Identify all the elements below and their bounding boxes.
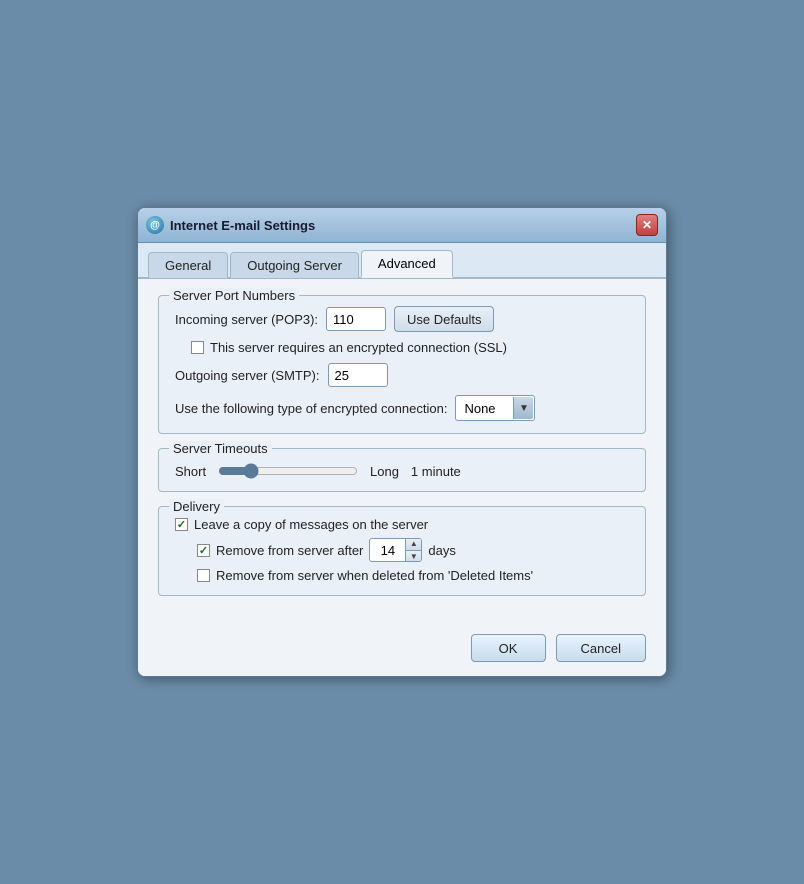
remove-after-checkbox[interactable] — [197, 544, 210, 557]
encryption-row: Use the following type of encrypted conn… — [175, 395, 629, 421]
leave-messages-row: Leave a copy of messages on the server — [175, 517, 629, 532]
ssl-checkbox[interactable] — [191, 341, 204, 354]
tab-general[interactable]: General — [148, 252, 228, 278]
remove-when-deleted-checkbox[interactable] — [197, 569, 210, 582]
timeout-value: 1 minute — [411, 464, 461, 479]
leave-messages-checkbox[interactable] — [175, 518, 188, 531]
cancel-button[interactable]: Cancel — [556, 634, 646, 662]
server-port-numbers-title: Server Port Numbers — [169, 288, 299, 303]
remove-after-label: Remove from server after — [216, 543, 363, 558]
timeout-slider[interactable] — [218, 463, 358, 479]
outgoing-server-row: Outgoing server (SMTP): — [175, 363, 629, 387]
delivery-section: Delivery Leave a copy of messages on the… — [158, 506, 646, 596]
outgoing-server-input[interactable] — [328, 363, 388, 387]
days-label: days — [428, 543, 455, 558]
incoming-server-row: Incoming server (POP3): Use Defaults — [175, 306, 629, 332]
long-label: Long — [370, 464, 399, 479]
title-bar: @ Internet E-mail Settings ✕ — [138, 208, 666, 243]
encryption-dropdown-wrapper: None SSL TLS Auto ▼ — [455, 395, 535, 421]
timeout-slider-row: Short Long 1 minute — [175, 463, 629, 479]
use-defaults-button[interactable]: Use Defaults — [394, 306, 494, 332]
encryption-select[interactable]: None SSL TLS Auto — [455, 395, 535, 421]
server-timeouts-title: Server Timeouts — [169, 441, 272, 456]
spinner-buttons: ▲ ▼ — [405, 538, 421, 562]
ssl-checkbox-row: This server requires an encrypted connec… — [191, 340, 629, 355]
spinner-up-button[interactable]: ▲ — [406, 538, 421, 551]
tab-outgoing-server[interactable]: Outgoing Server — [230, 252, 359, 278]
ok-button[interactable]: OK — [471, 634, 546, 662]
delivery-title: Delivery — [169, 499, 224, 514]
days-spinner: ▲ ▼ — [369, 538, 422, 562]
ssl-label: This server requires an encrypted connec… — [210, 340, 507, 355]
dialog-title: Internet E-mail Settings — [170, 218, 315, 233]
short-label: Short — [175, 464, 210, 479]
outgoing-server-label: Outgoing server (SMTP): — [175, 368, 320, 383]
tabs-bar: General Outgoing Server Advanced — [138, 243, 666, 279]
close-button[interactable]: ✕ — [636, 214, 658, 236]
dialog-footer: OK Cancel — [138, 624, 666, 676]
tab-content: Server Port Numbers Incoming server (POP… — [138, 279, 666, 624]
app-icon: @ — [146, 216, 164, 234]
server-port-numbers-section: Server Port Numbers Incoming server (POP… — [158, 295, 646, 434]
remove-when-deleted-row: Remove from server when deleted from 'De… — [197, 568, 629, 583]
incoming-server-input[interactable] — [326, 307, 386, 331]
spinner-down-button[interactable]: ▼ — [406, 551, 421, 563]
leave-messages-label: Leave a copy of messages on the server — [194, 517, 428, 532]
incoming-server-label: Incoming server (POP3): — [175, 312, 318, 327]
days-input[interactable] — [370, 541, 405, 560]
encryption-label: Use the following type of encrypted conn… — [175, 401, 447, 416]
tab-advanced[interactable]: Advanced — [361, 250, 453, 278]
title-bar-left: @ Internet E-mail Settings — [146, 216, 315, 234]
remove-after-row: Remove from server after ▲ ▼ days — [197, 538, 629, 562]
delivery-sub: Remove from server after ▲ ▼ days Remove… — [175, 538, 629, 583]
dialog-window: @ Internet E-mail Settings ✕ General Out… — [137, 207, 667, 677]
server-timeouts-section: Server Timeouts Short Long 1 minute — [158, 448, 646, 492]
remove-when-deleted-label: Remove from server when deleted from 'De… — [216, 568, 533, 583]
